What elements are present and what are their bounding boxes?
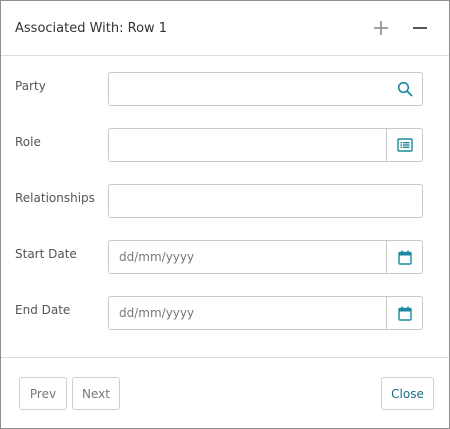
dialog-header: Associated With: Row 1 — [1, 1, 449, 56]
next-button[interactable]: Next — [72, 377, 120, 410]
start-date-row: Start Date — [1, 240, 449, 274]
end-date-label: End Date — [15, 303, 71, 317]
relationships-field — [108, 184, 423, 218]
dialog-title: Associated With: Row 1 — [15, 21, 168, 36]
list-icon — [396, 138, 413, 152]
end-date-calendar-button[interactable] — [386, 297, 422, 329]
close-button[interactable]: Close — [381, 377, 434, 410]
prev-button[interactable]: Prev — [19, 377, 67, 410]
party-input[interactable] — [109, 73, 389, 105]
relationships-input[interactable] — [109, 185, 422, 217]
add-button[interactable] — [371, 18, 391, 38]
start-date-label: Start Date — [15, 247, 77, 261]
start-date-input[interactable] — [109, 241, 386, 273]
associated-with-dialog: Associated With: Row 1 Party Role Relati… — [0, 0, 450, 429]
role-input[interactable] — [109, 129, 386, 161]
minus-icon — [413, 27, 427, 29]
relationships-label: Relationships — [15, 191, 95, 205]
collapse-button[interactable] — [410, 18, 430, 38]
footer-divider — [1, 357, 449, 358]
start-date-calendar-button[interactable] — [386, 241, 422, 273]
search-icon[interactable] — [397, 81, 413, 97]
party-label: Party — [15, 79, 46, 93]
party-row: Party — [1, 72, 449, 106]
plus-icon — [374, 21, 388, 35]
role-list-button[interactable] — [386, 129, 422, 161]
role-row: Role — [1, 128, 449, 162]
calendar-icon — [397, 306, 412, 321]
start-date-field — [108, 240, 423, 274]
end-date-input[interactable] — [109, 297, 386, 329]
party-field — [108, 72, 423, 106]
end-date-row: End Date — [1, 296, 449, 330]
relationships-row: Relationships — [1, 184, 449, 218]
end-date-field — [108, 296, 423, 330]
role-field — [108, 128, 423, 162]
role-label: Role — [15, 135, 41, 149]
calendar-icon — [397, 250, 412, 265]
